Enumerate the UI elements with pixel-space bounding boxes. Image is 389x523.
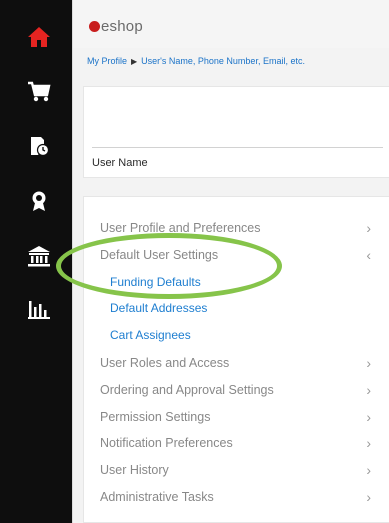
user-name-label: User Name — [92, 157, 148, 169]
chevron-right-icon: › — [366, 409, 371, 425]
menu-item-permission-settings[interactable]: Permission Settings › — [84, 404, 389, 430]
menu-item-label: User Roles and Access — [100, 356, 230, 370]
menu-item-administrative-tasks[interactable]: Administrative Tasks › — [84, 484, 389, 510]
menu-item-ordering-approval[interactable]: Ordering and Approval Settings › — [84, 377, 389, 403]
breadcrumb-current[interactable]: User's Name, Phone Number, Email, etc. — [141, 56, 305, 66]
institution-icon[interactable] — [24, 241, 54, 271]
eshop-logo[interactable]: eshop — [89, 18, 143, 35]
app-name: eshop — [101, 18, 143, 35]
reports-icon[interactable] — [24, 294, 54, 324]
menu-item-user-roles[interactable]: User Roles and Access › — [84, 350, 389, 376]
chevron-right-icon: › — [366, 220, 371, 236]
home-icon[interactable] — [24, 22, 54, 52]
top-bar: eshop — [73, 0, 389, 48]
order-history-icon[interactable] — [24, 131, 54, 161]
chevron-right-icon: › — [366, 489, 371, 505]
divider — [92, 147, 383, 148]
breadcrumb-root-link[interactable]: My Profile — [87, 56, 127, 66]
menu-item-label: Notification Preferences — [100, 436, 233, 450]
sub-item-cart-assignees[interactable]: Cart Assignees — [84, 323, 389, 347]
menu-item-label: User History — [100, 463, 169, 477]
sub-item-label: Cart Assignees — [110, 328, 191, 342]
chevron-right-icon: › — [366, 355, 371, 371]
highlight-ellipse — [56, 233, 282, 299]
cart-icon[interactable] — [24, 77, 54, 107]
breadcrumb: My Profile ▶ User's Name, Phone Number, Em… — [87, 56, 305, 66]
chevron-left-icon: ‹ — [366, 247, 371, 263]
user-card: User Name — [83, 86, 389, 178]
menu-item-notification-preferences[interactable]: Notification Preferences › — [84, 430, 389, 456]
logo-mark-icon — [89, 21, 100, 32]
sub-item-default-addresses[interactable]: Default Addresses — [84, 296, 389, 320]
chevron-right-icon: › — [366, 382, 371, 398]
award-icon[interactable] — [24, 186, 54, 216]
chevron-right-icon: › — [366, 435, 371, 451]
menu-item-label: Administrative Tasks — [100, 490, 214, 504]
menu-item-user-history[interactable]: User History › — [84, 457, 389, 483]
menu-item-label: Ordering and Approval Settings — [100, 383, 274, 397]
breadcrumb-arrow-icon: ▶ — [131, 57, 138, 66]
menu-item-label: Permission Settings — [100, 410, 211, 424]
sub-item-label: Default Addresses — [110, 301, 208, 315]
chevron-right-icon: › — [366, 462, 371, 478]
